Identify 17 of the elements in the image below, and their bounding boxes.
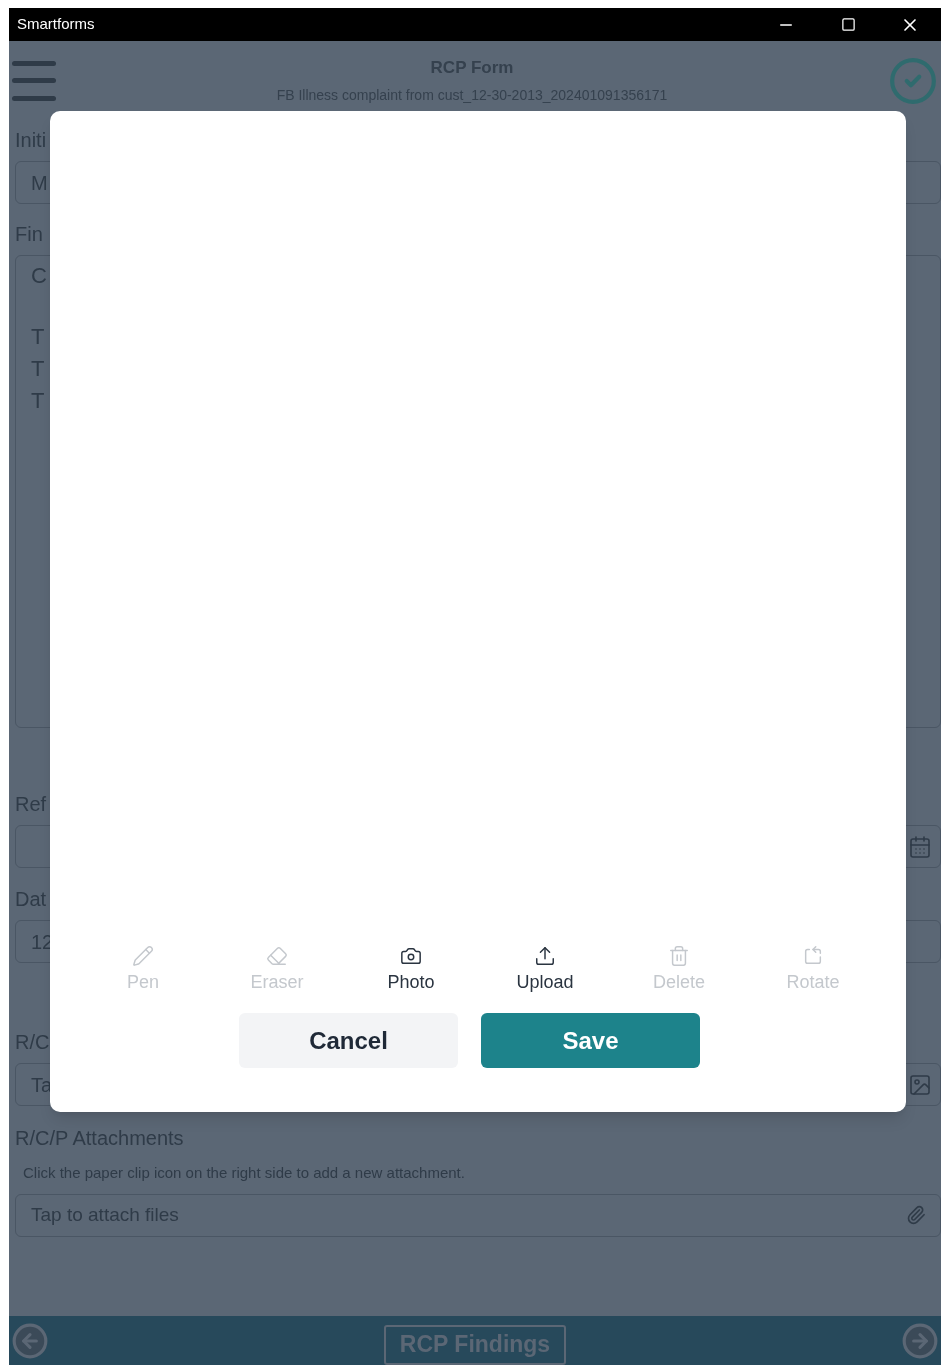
tool-button[interactable]: Photo <box>383 945 439 996</box>
image-icon[interactable] <box>908 1072 932 1097</box>
cancel-button[interactable]: Cancel <box>239 1013 458 1068</box>
save-button[interactable]: Save <box>481 1013 700 1068</box>
delete-icon <box>668 945 690 967</box>
window-title: Smartforms <box>17 14 95 35</box>
rotate-icon <box>802 945 824 967</box>
calendar-icon[interactable] <box>908 834 932 859</box>
photo-icon <box>400 945 422 967</box>
check-circle-icon[interactable] <box>888 55 938 106</box>
eraser-icon <box>266 945 288 967</box>
paperclip-icon[interactable] <box>906 1205 926 1225</box>
menu-button[interactable] <box>12 60 56 101</box>
tool-button[interactable]: Upload <box>512 945 578 996</box>
pen-icon <box>132 945 154 967</box>
upload-icon <box>534 945 556 967</box>
maximize-icon[interactable] <box>840 17 856 32</box>
